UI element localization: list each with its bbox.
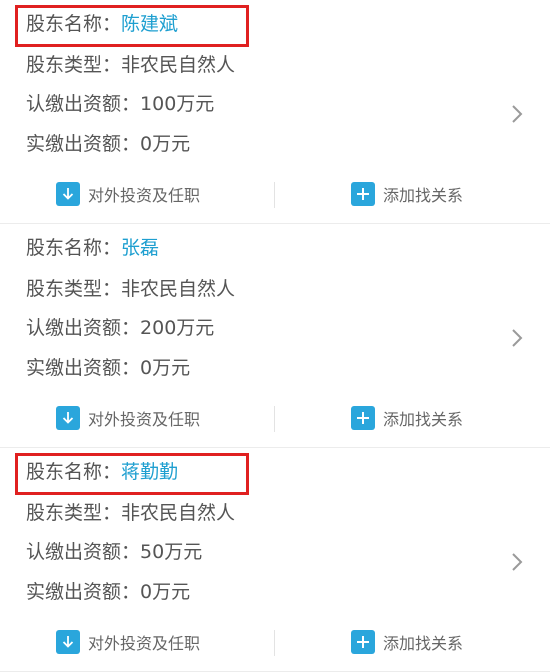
paid-label: 实缴出资额： (26, 357, 141, 379)
add-relation-button[interactable]: 添加找关系 (351, 630, 463, 654)
type-label: 股东类型： (26, 502, 122, 524)
chevron-right-icon[interactable] (508, 327, 526, 349)
action-divider (274, 630, 275, 656)
chevron-right-icon[interactable] (508, 103, 526, 125)
shareholder-card[interactable]: 股东名称：陈建斌 股东类型：非农民自然人 认缴出资额：100万元 实缴出资额：0… (0, 0, 550, 224)
shareholder-card[interactable]: 股东名称：张磊 股东类型：非农民自然人 认缴出资额：200万元 实缴出资额：0万… (0, 224, 550, 448)
chevron-right-icon[interactable] (508, 551, 526, 573)
shareholder-name-row: 股东名称：张磊 (26, 236, 159, 260)
plus-icon (351, 406, 375, 430)
subscribed-label: 认缴出资额： (26, 317, 141, 339)
add-relation-button[interactable]: 添加找关系 (351, 182, 463, 206)
card-actions: 对外投资及任职 添加找关系 (0, 176, 550, 212)
subscribed-capital: 200万元 (140, 317, 215, 339)
subscribed-label: 认缴出资额： (26, 541, 141, 563)
subscribed-capital-row: 认缴出资额：200万元 (26, 316, 214, 340)
paid-capital: 0万元 (140, 581, 191, 603)
shareholder-type-row: 股东类型：非农民自然人 (26, 277, 235, 301)
add-relation-label: 添加找关系 (383, 186, 464, 205)
paid-label: 实缴出资额： (26, 133, 141, 155)
shareholder-name-row: 股东名称：陈建斌 (26, 12, 178, 36)
download-icon (56, 630, 80, 654)
paid-capital: 0万元 (140, 357, 191, 379)
paid-capital-row: 实缴出资额：0万元 (26, 580, 190, 604)
shareholder-type: 非农民自然人 (121, 54, 236, 76)
shareholder-name[interactable]: 蒋勤勤 (121, 461, 178, 483)
download-icon (56, 182, 80, 206)
subscribed-label: 认缴出资额： (26, 93, 141, 115)
paid-capital-row: 实缴出资额：0万元 (26, 132, 190, 156)
name-label: 股东名称： (26, 13, 122, 35)
name-label: 股东名称： (26, 237, 122, 259)
shareholder-type-row: 股东类型：非农民自然人 (26, 501, 235, 525)
download-icon (56, 406, 80, 430)
shareholder-type: 非农民自然人 (121, 278, 236, 300)
type-label: 股东类型： (26, 278, 122, 300)
invest-label: 对外投资及任职 (88, 634, 201, 653)
invest-button[interactable]: 对外投资及任职 (56, 630, 200, 654)
shareholder-card[interactable]: 股东名称：蒋勤勤 股东类型：非农民自然人 认缴出资额：50万元 实缴出资额：0万… (0, 448, 550, 672)
invest-button[interactable]: 对外投资及任职 (56, 406, 200, 430)
add-relation-button[interactable]: 添加找关系 (351, 406, 463, 430)
action-divider (274, 406, 275, 432)
shareholder-name[interactable]: 陈建斌 (121, 13, 178, 35)
subscribed-capital: 100万元 (140, 93, 215, 115)
invest-button[interactable]: 对外投资及任职 (56, 182, 200, 206)
invest-label: 对外投资及任职 (88, 410, 201, 429)
add-relation-label: 添加找关系 (383, 634, 464, 653)
subscribed-capital: 50万元 (140, 541, 203, 563)
paid-capital-row: 实缴出资额：0万元 (26, 356, 190, 380)
paid-label: 实缴出资额： (26, 581, 141, 603)
action-divider (274, 182, 275, 208)
subscribed-capital-row: 认缴出资额：100万元 (26, 92, 214, 116)
shareholder-type: 非农民自然人 (121, 502, 236, 524)
shareholder-type-row: 股东类型：非农民自然人 (26, 53, 235, 77)
invest-label: 对外投资及任职 (88, 186, 201, 205)
paid-capital: 0万元 (140, 133, 191, 155)
add-relation-label: 添加找关系 (383, 410, 464, 429)
shareholder-name-row: 股东名称：蒋勤勤 (26, 460, 178, 484)
shareholder-name[interactable]: 张磊 (121, 237, 159, 259)
plus-icon (351, 630, 375, 654)
card-actions: 对外投资及任职 添加找关系 (0, 400, 550, 436)
type-label: 股东类型： (26, 54, 122, 76)
card-actions: 对外投资及任职 添加找关系 (0, 624, 550, 660)
plus-icon (351, 182, 375, 206)
name-label: 股东名称： (26, 461, 122, 483)
subscribed-capital-row: 认缴出资额：50万元 (26, 540, 202, 564)
